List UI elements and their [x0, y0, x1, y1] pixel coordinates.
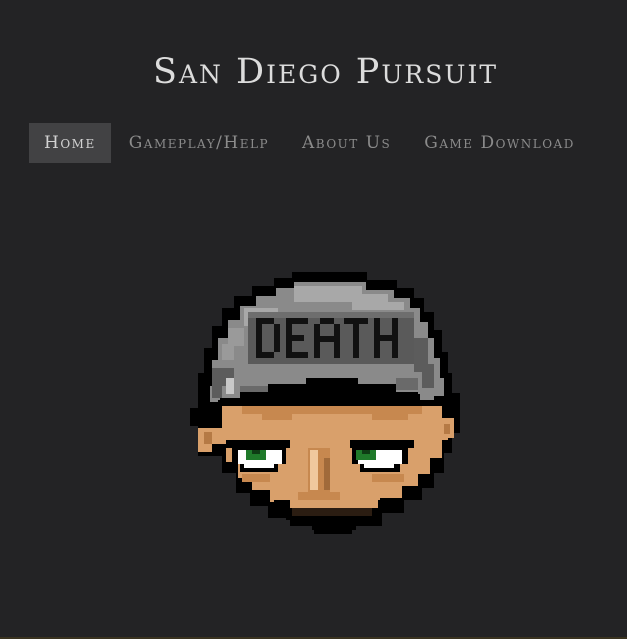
right-eye — [352, 448, 408, 472]
nav-item-home[interactable]: Home — [29, 123, 111, 163]
nav-item-label: Game Download — [424, 133, 575, 153]
left-brow — [226, 440, 290, 448]
left-eye — [232, 448, 286, 472]
nav-item-label: About Us — [302, 133, 392, 153]
right-brow — [350, 440, 414, 448]
nav-item-gameplay-help[interactable]: Gameplay/Help — [114, 123, 284, 163]
nav-item-game-download[interactable]: Game Download — [409, 123, 590, 163]
main-nav: Home Gameplay/Help About Us Game Downloa… — [29, 123, 593, 163]
nav-item-label: Home — [44, 133, 96, 153]
nav-item-label: Gameplay/Help — [128, 133, 270, 153]
site-title[interactable]: San Diego Pursuit — [0, 52, 627, 92]
mascot-image — [190, 272, 460, 534]
nav-item-about-us[interactable]: About Us — [287, 123, 406, 163]
page: San Diego Pursuit Home Gameplay/Help Abo… — [0, 0, 627, 639]
